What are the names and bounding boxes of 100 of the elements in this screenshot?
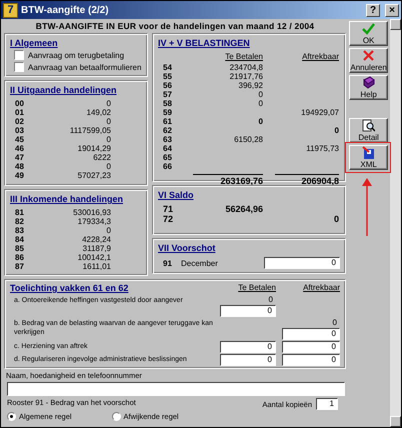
close-icon bbox=[362, 49, 376, 62]
row-code: 62 bbox=[163, 126, 173, 135]
column-header: Te Betalen bbox=[224, 51, 263, 63]
name-field[interactable] bbox=[7, 382, 345, 396]
row-code: 72 bbox=[163, 214, 174, 224]
total-value: 206904,8 bbox=[275, 174, 339, 187]
check-icon bbox=[362, 22, 376, 35]
row-code: 57 bbox=[163, 90, 173, 99]
row-code: 87 bbox=[15, 262, 25, 271]
amount-field[interactable]: 0 bbox=[282, 328, 340, 340]
row-code: 64 bbox=[163, 144, 173, 153]
row-value: 4228,24 bbox=[81, 235, 111, 244]
row-value: 0 bbox=[106, 135, 111, 144]
row-code: 58 bbox=[163, 99, 173, 108]
annotation-arrow bbox=[362, 178, 372, 236]
help-button[interactable]: ? bbox=[366, 4, 380, 16]
row-code: 91 bbox=[163, 258, 173, 268]
row-code: 59 bbox=[163, 108, 173, 117]
column-header: Aftrekbaar bbox=[302, 283, 340, 292]
export-icon bbox=[362, 146, 376, 159]
row-code: 01 bbox=[15, 108, 25, 117]
row-code: 03 bbox=[15, 126, 25, 135]
row-value: 1117599,05 bbox=[68, 126, 111, 135]
row-code: 82 bbox=[15, 217, 25, 226]
section-title: Toelichting vakken 61 en 62 bbox=[10, 283, 130, 294]
row-value: 0 bbox=[332, 214, 339, 224]
row-value: 0 bbox=[106, 226, 111, 235]
amount-field[interactable]: 0 bbox=[282, 341, 340, 353]
row-value: 0 bbox=[268, 295, 274, 304]
column-header: Aftrekbaar bbox=[301, 51, 339, 63]
toolbar-button[interactable]: XML bbox=[349, 145, 388, 170]
form-heading: BTW-AANGIFTE IN EUR voor de handelingen van maand 12 / 2004 bbox=[34, 20, 316, 33]
row-value: 149,02 bbox=[86, 108, 111, 117]
row-value: 0 bbox=[258, 99, 263, 108]
checkbox[interactable] bbox=[14, 62, 24, 72]
row-code: 81 bbox=[15, 208, 25, 217]
row-code: 00 bbox=[15, 99, 25, 108]
scrollbar[interactable] bbox=[390, 19, 401, 427]
row-code: 47 bbox=[15, 153, 25, 162]
row-value: 57027,23 bbox=[76, 171, 111, 180]
row-value: 530016,93 bbox=[72, 208, 111, 217]
row-value: 0 bbox=[334, 126, 339, 135]
row-code: 49 bbox=[15, 171, 25, 180]
section-title: VII Voorschot bbox=[158, 242, 216, 254]
row-value: 0 bbox=[106, 162, 111, 171]
row-code: 55 bbox=[163, 72, 173, 81]
checkbox-label: Aanvraag van betaalformulieren bbox=[28, 62, 142, 72]
toolbar-button[interactable]: Detail bbox=[349, 118, 388, 143]
section-title: IV + V BELASTINGEN bbox=[158, 37, 251, 49]
copies-field[interactable]: 1 bbox=[316, 398, 338, 410]
amount-field[interactable]: 0 bbox=[220, 354, 276, 366]
row-value: 6150,28 bbox=[233, 135, 263, 144]
row-value: 0 bbox=[258, 117, 263, 126]
checkbox[interactable] bbox=[14, 50, 24, 60]
toolbar-button[interactable]: Annuleren bbox=[349, 48, 388, 73]
section-title: VI Saldo bbox=[158, 189, 195, 201]
close-button[interactable]: × bbox=[385, 4, 399, 16]
section-title: I Algemeen bbox=[10, 37, 59, 49]
row-value: 100142,1 bbox=[76, 253, 111, 262]
row-value: 21917,76 bbox=[228, 72, 263, 81]
section-title: II Uitgaande handelingen bbox=[10, 84, 118, 96]
row-code: 65 bbox=[163, 153, 173, 162]
row-value: 194929,07 bbox=[300, 108, 339, 117]
row-value: 1611,01 bbox=[82, 262, 111, 271]
total-value: 263169,76 bbox=[193, 174, 263, 187]
amount-field[interactable]: 0 bbox=[282, 354, 340, 366]
amount-field[interactable]: 0 bbox=[220, 341, 276, 353]
row-code: 85 bbox=[15, 244, 25, 253]
row-code: 66 bbox=[163, 162, 173, 171]
row-code: 86 bbox=[15, 253, 25, 262]
row-code: 46 bbox=[15, 144, 25, 153]
radio-button[interactable] bbox=[112, 412, 121, 421]
row-value: 0 bbox=[332, 318, 338, 327]
month-label: December bbox=[181, 258, 219, 268]
row-code: 84 bbox=[15, 235, 25, 244]
row-value: 234704,8 bbox=[228, 63, 263, 72]
row-value: 0 bbox=[106, 117, 111, 126]
row-value: 31187,9 bbox=[82, 244, 111, 253]
section-title: III Inkomende handelingen bbox=[10, 193, 124, 205]
row-code: 63 bbox=[163, 135, 173, 144]
amount-field[interactable]: 0 bbox=[264, 257, 340, 269]
row-value: 0 bbox=[106, 99, 111, 108]
window-title: BTW-aangifte (2/2) bbox=[21, 4, 110, 16]
app-icon: 7 bbox=[3, 2, 18, 18]
toolbar-button[interactable]: Help bbox=[349, 75, 388, 100]
magnifier-document-icon bbox=[362, 119, 376, 132]
row-value: 179334,3 bbox=[76, 217, 111, 226]
row-value: 11975,73 bbox=[305, 144, 339, 153]
row-value: 19014,29 bbox=[76, 144, 111, 153]
row-value: 0 bbox=[258, 90, 263, 99]
row-code: 61 bbox=[163, 117, 173, 126]
toolbar-button[interactable]: OK bbox=[349, 21, 388, 46]
row-value: 6222 bbox=[92, 153, 111, 162]
row-code: 83 bbox=[15, 226, 25, 235]
row-code: 45 bbox=[15, 135, 25, 144]
radio-button[interactable] bbox=[7, 412, 16, 421]
checkbox-label: Aanvraag om terugbetaling bbox=[28, 50, 124, 60]
amount-field[interactable]: 0 bbox=[220, 305, 276, 317]
row-code: 02 bbox=[15, 117, 25, 126]
row-code: 48 bbox=[15, 162, 25, 171]
